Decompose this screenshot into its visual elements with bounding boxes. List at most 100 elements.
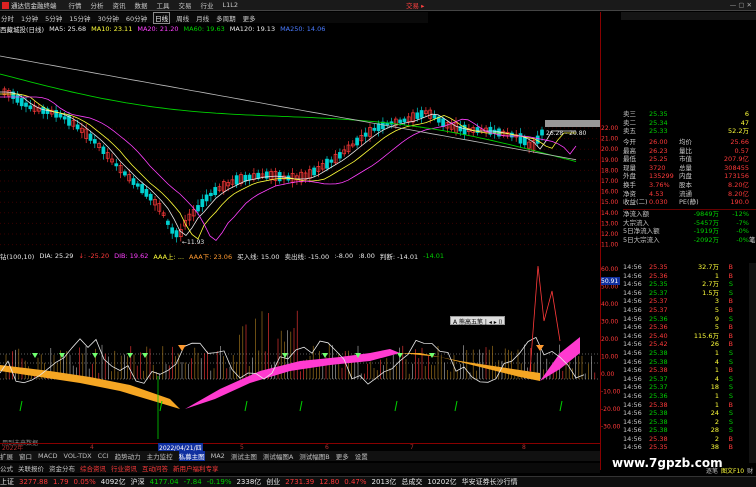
side-tab[interactable]: 笔 xyxy=(749,234,756,244)
indicator-tooltip[interactable]: A 熊高五笔 | ◂ ▸ ⌷ xyxy=(450,316,506,326)
formula-tab[interactable]: MACD xyxy=(38,452,57,460)
ask-row: 卖五 25.33 52.2万 xyxy=(623,127,756,136)
candle xyxy=(372,127,377,131)
formula-tab[interactable]: 设置 xyxy=(355,451,368,461)
flow-row: 净流入额 -9849万 -12% xyxy=(623,210,756,219)
tick-volume: 1 xyxy=(714,400,719,409)
trade-button[interactable]: 交易 ▸ xyxy=(406,0,424,10)
period-tab-more[interactable]: 更多 xyxy=(242,13,257,23)
stats-table: 今开 26.00 均价 25.66 最高 26.23 量比 0.57 最低 25.25 市值 207.… xyxy=(623,138,756,207)
period-tab-1min[interactable]: 1分钟 xyxy=(20,13,39,23)
panel-tab[interactable]: 财 xyxy=(747,466,753,475)
tick-row: 14:56 25.35 2.7万 S xyxy=(623,280,753,289)
ask-price: 25.33 xyxy=(649,127,668,136)
stat-value: 25.66 xyxy=(730,138,749,146)
stat-label: PE(静) xyxy=(679,198,699,207)
tick-direction: S xyxy=(728,417,733,426)
info-tab[interactable]: 互动问答 xyxy=(142,463,168,473)
period-tab-60min[interactable]: 60分钟 xyxy=(125,13,148,23)
tick-time: 14:56 xyxy=(623,434,642,443)
formula-tab[interactable]: CCI xyxy=(98,452,109,460)
stat-label: 最高 xyxy=(623,146,636,155)
period-tab-weekly[interactable]: 周线 xyxy=(175,13,190,23)
menu-item-tools[interactable]: 工具 xyxy=(157,0,170,10)
indicator-tick-green xyxy=(454,400,458,412)
formula-tab[interactable]: 更多 xyxy=(336,451,349,461)
period-tab-intraday[interactable]: 分时 xyxy=(0,13,15,23)
period-tab-15min[interactable]: 15分钟 xyxy=(68,13,91,23)
info-tab[interactable]: 行业资讯 xyxy=(111,463,137,473)
tick-scrollbar[interactable] xyxy=(749,263,756,463)
formula-tab[interactable]: VOL-TDX xyxy=(63,452,91,460)
period-tab-monthly[interactable]: 月线 xyxy=(195,13,210,23)
menu-item-industry[interactable]: 行业 xyxy=(201,0,214,10)
info-tab[interactable]: 资金分布 xyxy=(49,463,75,473)
formula-tab[interactable]: 测试幅图A xyxy=(263,451,293,461)
stat-value: 135299 xyxy=(649,172,674,181)
tick-direction: B xyxy=(728,366,733,375)
flow-value: -1919万 xyxy=(693,227,719,236)
index-status-item: 0.47% xyxy=(344,478,367,486)
tick-row: 14:56 25.37 1.5万 S xyxy=(623,289,753,298)
stat-value: 25.25 xyxy=(649,155,668,164)
ma-legend-item: MA250: 14.06 xyxy=(280,25,326,33)
tick-direction: S xyxy=(728,288,733,297)
main-menu: 行情 分析 资讯 数据 工具 交易 行业 L1L2 xyxy=(69,0,248,10)
formula-tab[interactable]: 私募主图 xyxy=(178,451,205,461)
info-tab[interactable]: 关联报价 xyxy=(18,463,44,473)
ask-volume: 52.2万 xyxy=(728,127,749,136)
tick-row: 14:56 25.42 26 B xyxy=(623,340,753,349)
tick-direction: B xyxy=(728,340,733,349)
candle xyxy=(325,158,329,169)
tick-volume: 2.7万 xyxy=(702,280,719,289)
candle xyxy=(114,163,119,167)
buy-signal-marker xyxy=(127,353,133,358)
tick-price: 25.38 xyxy=(649,426,668,435)
formula-tab[interactable]: 测试幅图B xyxy=(299,451,329,461)
tick-volume: 32.7万 xyxy=(698,263,719,271)
indicator-chart[interactable] xyxy=(0,261,600,441)
info-tab[interactable]: 新用户福利专享 xyxy=(173,463,219,473)
tick-time: 14:56 xyxy=(623,391,642,400)
window-controls[interactable]: — ▢ ✕ xyxy=(730,1,752,9)
formula-tab[interactable]: 窗口 xyxy=(19,451,32,461)
menu-item-analysis[interactable]: 分析 xyxy=(91,0,104,10)
menu-item-market[interactable]: 行情 xyxy=(69,0,82,10)
flow-percent: -0% xyxy=(736,235,749,244)
menu-item-news[interactable]: 资讯 xyxy=(113,0,126,10)
formula-tab[interactable]: 测试主图 xyxy=(231,451,257,461)
period-tab-multi[interactable]: 多周期 xyxy=(215,13,237,23)
tick-price: 25.36 xyxy=(649,323,668,332)
tick-volume: 2 xyxy=(714,417,719,426)
info-tabs: 公式 关联报价 资金分布 综合资讯 行业资讯 互动问答 新用户福利专享 xyxy=(0,463,600,473)
menu-item-data[interactable]: 数据 xyxy=(135,0,148,10)
info-tab[interactable]: 公式 xyxy=(0,463,13,473)
kline-chart[interactable]: ←11.93 26.28 - 20.80 xyxy=(0,34,600,250)
stat-value: 0.57 xyxy=(734,146,749,155)
tick-time: 14:56 xyxy=(623,374,642,383)
panel-tab[interactable]: 图文F10 xyxy=(721,466,744,475)
stat-label: 流通 xyxy=(679,189,692,198)
ma-legend-item: MA20: 21.20 xyxy=(137,25,179,33)
menu-item-l1l2[interactable]: L1L2 xyxy=(223,1,239,9)
stat-label: 净资 xyxy=(623,189,636,198)
period-tab-daily[interactable]: 日线 xyxy=(153,11,171,24)
period-tab-30min[interactable]: 30分钟 xyxy=(97,13,120,23)
candle xyxy=(101,146,106,154)
candle xyxy=(432,115,437,119)
low-price-label: ←11.93 xyxy=(182,239,204,246)
tick-time: 14:56 xyxy=(623,263,642,271)
period-tab-5min[interactable]: 5分钟 xyxy=(44,13,63,23)
index-status-item: 总成交 xyxy=(401,478,423,486)
tick-volume: 24 xyxy=(710,409,719,418)
formula-tab[interactable]: 趋势动力 xyxy=(115,451,141,461)
info-tab[interactable]: 综合资讯 xyxy=(80,463,106,473)
indicator-legend: 钻(100,10) DIA: 25.29 ↓: -25.20 DIB: 19.6… xyxy=(0,251,449,261)
stat-label: 内盘 xyxy=(679,172,692,181)
tick-time: 14:56 xyxy=(623,271,642,280)
formula-tab[interactable]: 扩展 xyxy=(0,451,13,461)
menu-item-trade[interactable]: 交易 xyxy=(179,0,192,10)
formula-tab[interactable]: 主力监控 xyxy=(147,451,173,461)
index-status-item: 10202亿 xyxy=(427,478,457,486)
formula-tab[interactable]: MA2 xyxy=(211,452,225,460)
